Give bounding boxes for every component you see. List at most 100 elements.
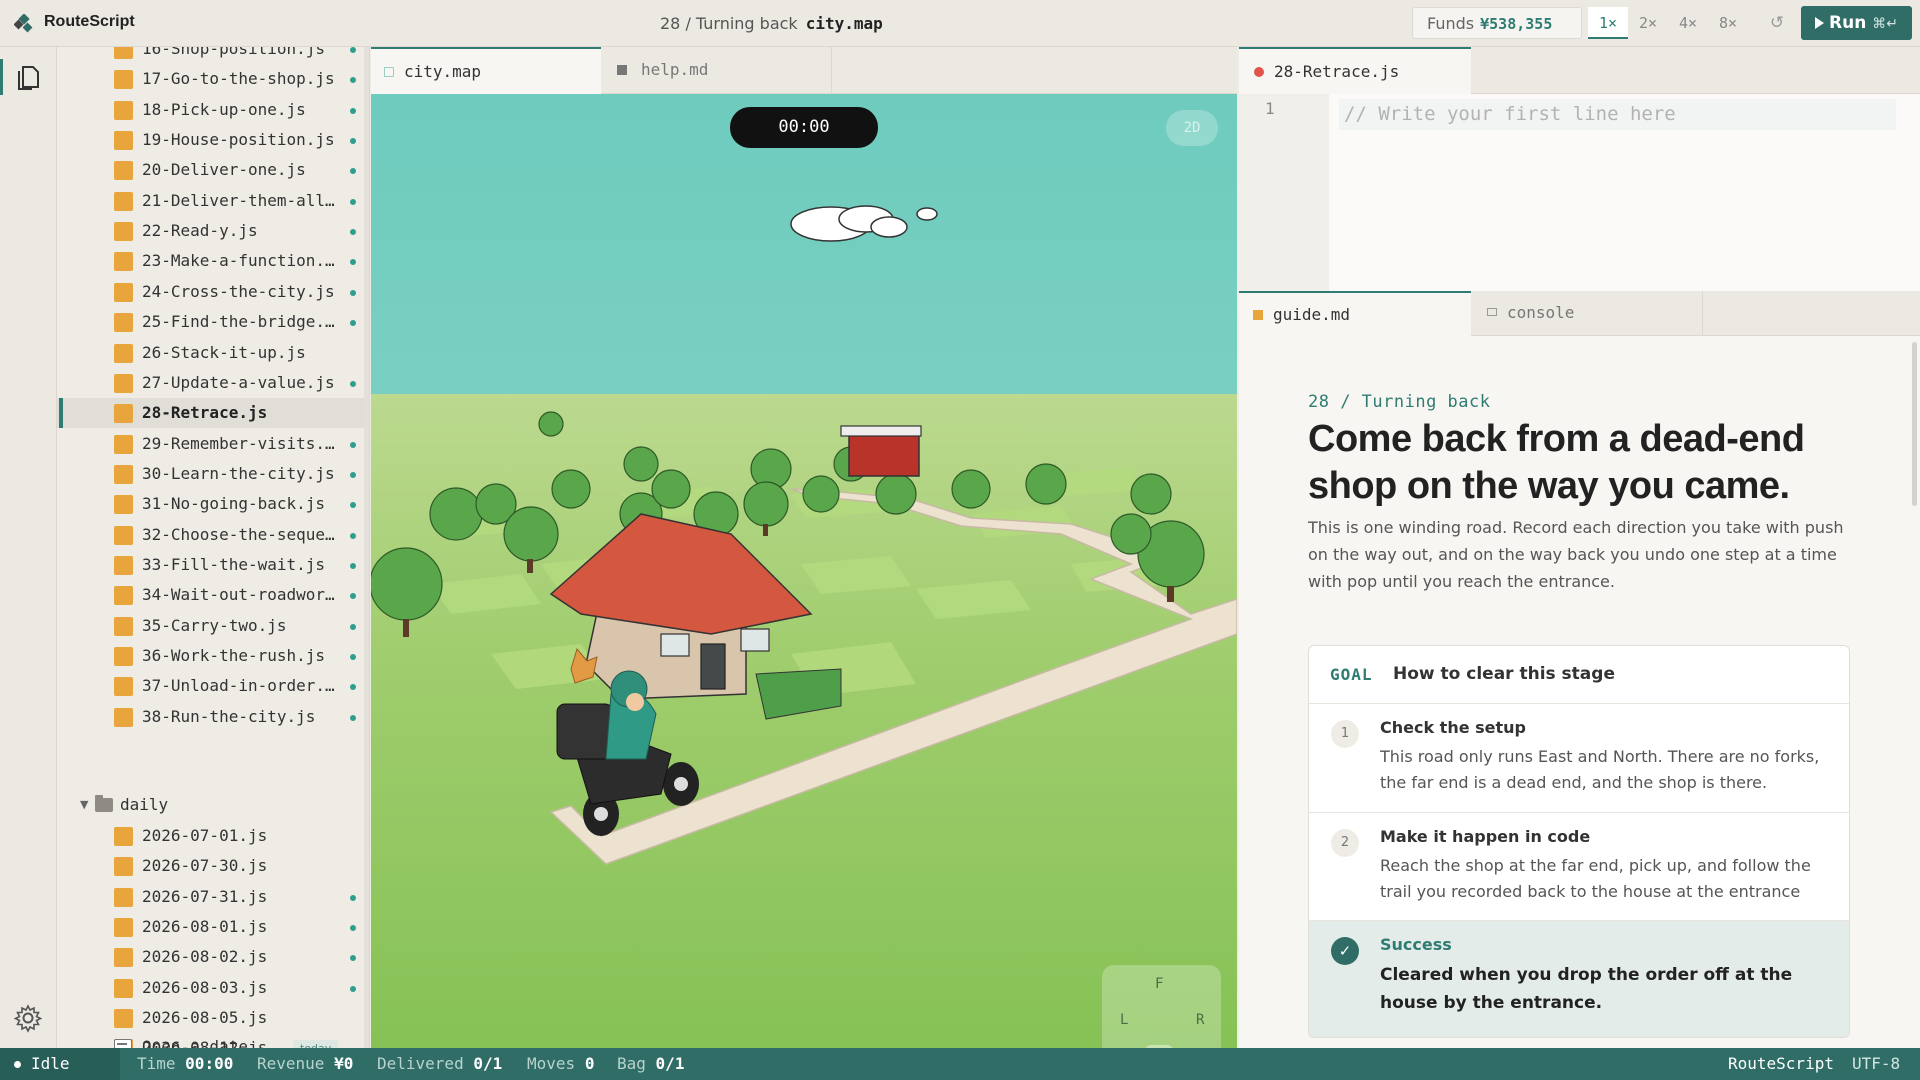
file-label: 38-Run-the-city.js — [142, 706, 316, 726]
open-date-button[interactable]: Open a date… — [57, 1032, 369, 1048]
right-pane: 28-Retrace.js 1 // Write your first line… — [1239, 47, 1920, 1048]
code-line-1[interactable]: // Write your first line here — [1339, 99, 1896, 130]
goal-step: 2 Make it happen in code Reach the shop … — [1309, 813, 1849, 921]
js-file-icon — [114, 616, 133, 636]
file-label: 17-Go-to-the-shop.js — [142, 69, 335, 89]
tab-28-retrace-js[interactable]: 28-Retrace.js — [1239, 47, 1471, 94]
status-revenue: Revenue ¥0 — [257, 1054, 353, 1073]
guide-scrollbar[interactable] — [1912, 342, 1917, 506]
file-item[interactable]: 37-Unload-in-order.js — [57, 671, 369, 701]
js-file-icon — [114, 404, 133, 424]
guide-eyebrow: 28 / Turning back — [1308, 392, 1491, 412]
file-label: 37-Unload-in-order.js — [142, 676, 342, 696]
completed-dot-icon — [350, 107, 356, 114]
line-gutter: 1 — [1239, 94, 1329, 311]
run-button[interactable]: Run ⌘↵ — [1801, 6, 1912, 40]
completed-dot-icon — [350, 955, 356, 962]
tab-label: guide.md — [1273, 305, 1351, 324]
run-state-label: Idle — [31, 1054, 70, 1073]
run-state: Idle — [0, 1048, 120, 1080]
file-item[interactable]: 2026-08-01.js — [57, 912, 369, 942]
file-item[interactable]: 30-Learn-the-city.js — [57, 459, 369, 489]
completed-dot-icon — [350, 925, 356, 932]
file-item[interactable]: 27-Update-a-value.js — [57, 368, 369, 398]
speed-4x-button[interactable]: 4× — [1668, 7, 1708, 39]
file-item[interactable]: 2026-08-05.js — [57, 1003, 369, 1033]
completed-dot-icon — [350, 623, 356, 630]
app-logo-icon — [14, 14, 33, 33]
file-item[interactable]: 36-Work-the-rush.js — [57, 641, 369, 671]
file-item[interactable]: 17-Go-to-the-shop.js — [57, 64, 369, 94]
goal-header: GOAL How to clear this stage — [1309, 646, 1849, 704]
file-item[interactable]: 25-Find-the-bridge.js — [57, 307, 369, 337]
js-file-icon — [114, 677, 133, 697]
file-label: 2026-08-05.js — [142, 1008, 268, 1028]
city-map-view[interactable]: 00:00 2D F L R B — [371, 94, 1237, 1048]
file-item[interactable]: 29-Remember-visits.js — [57, 429, 369, 459]
file-item[interactable]: 33-Fill-the-wait.js — [57, 550, 369, 580]
file-item[interactable]: 26-Stack-it-up.js — [57, 338, 369, 368]
file-item[interactable]: 28-Retrace.js — [57, 398, 369, 429]
checkmark-icon: ✓ — [1331, 937, 1359, 965]
file-item[interactable]: 19-House-position.js — [57, 125, 369, 155]
file-item[interactable]: 32-Choose-the-sequence.js — [57, 520, 369, 550]
file-label: 20-Deliver-one.js — [142, 160, 306, 180]
files-icon[interactable] — [14, 63, 42, 93]
file-label: 26-Stack-it-up.js — [142, 342, 306, 362]
speed-2x-button[interactable]: 2× — [1628, 7, 1668, 39]
tab-console[interactable]: console — [1471, 291, 1703, 336]
gear-icon[interactable] — [13, 1003, 43, 1033]
guide-tab-bar: guide.md console — [1239, 291, 1920, 336]
tab-city-map[interactable]: city.map — [371, 47, 601, 94]
map-tab-bar: city.map help.md — [371, 47, 1237, 94]
completed-dot-icon — [350, 471, 356, 478]
status-encoding[interactable]: UTF-8 — [1852, 1054, 1900, 1073]
file-item[interactable]: 31-No-going-back.js — [57, 489, 369, 519]
js-file-icon — [114, 47, 133, 59]
file-item[interactable]: 2026-08-03.js — [57, 973, 369, 1003]
file-item[interactable]: 34-Wait-out-roadwork.js — [57, 580, 369, 610]
stage-timer: 00:00 — [730, 107, 878, 148]
file-label: 2026-07-31.js — [142, 886, 268, 906]
breadcrumb-stage: 28 / Turning back — [660, 14, 798, 33]
file-label: 2026-08-02.js — [142, 947, 268, 967]
file-item[interactable]: 22-Read-y.js — [57, 216, 369, 246]
run-label: Run — [1829, 13, 1867, 33]
explorer-scrollbar[interactable] — [364, 47, 369, 1048]
file-item[interactable]: 20-Deliver-one.js — [57, 155, 369, 185]
js-file-icon — [114, 1009, 133, 1029]
file-item[interactable]: 35-Carry-two.js — [57, 611, 369, 641]
speed-8x-button[interactable]: 8× — [1708, 7, 1748, 39]
step-title: Check the setup — [1380, 718, 1527, 737]
speed-1x-button[interactable]: 1× — [1588, 7, 1628, 39]
selection-indicator — [59, 398, 63, 429]
file-item[interactable]: 16-Shop-position.js — [57, 47, 369, 64]
folder-daily[interactable]: ▼ daily — [57, 790, 369, 820]
dpad-left-button[interactable]: L — [1120, 1012, 1128, 1028]
view-2d-toggle[interactable]: 2D — [1166, 110, 1218, 146]
js-file-icon — [114, 222, 133, 242]
tab-help-md[interactable]: help.md — [601, 47, 832, 94]
reset-icon[interactable]: ↺ — [1764, 10, 1790, 36]
js-file-icon — [114, 464, 133, 484]
file-label: 19-House-position.js — [142, 130, 335, 150]
completed-dot-icon — [350, 320, 356, 327]
dpad-right-button[interactable]: R — [1196, 1012, 1204, 1028]
js-file-icon — [114, 252, 133, 272]
file-item[interactable]: 21-Deliver-them-all.js — [57, 186, 369, 216]
dpad-forward-button[interactable]: F — [1155, 976, 1163, 992]
file-item[interactable]: 2026-07-30.js — [57, 851, 369, 881]
completed-dot-icon — [350, 684, 356, 691]
tab-label: console — [1507, 303, 1575, 322]
file-item[interactable]: 2026-08-02.js — [57, 942, 369, 972]
file-item[interactable]: 2026-07-01.js — [57, 821, 369, 851]
file-item[interactable]: 24-Cross-the-city.js — [57, 277, 369, 307]
editor-tab-bar: 28-Retrace.js — [1239, 47, 1920, 94]
file-item[interactable]: 2026-07-31.js — [57, 882, 369, 912]
file-item[interactable]: 38-Run-the-city.js — [57, 702, 369, 732]
file-item[interactable]: 23-Make-a-function.js — [57, 246, 369, 276]
file-label: 2026-08-01.js — [142, 917, 268, 937]
file-item[interactable]: 18-Pick-up-one.js — [57, 95, 369, 125]
tab-guide-md[interactable]: guide.md — [1239, 291, 1471, 336]
completed-dot-icon — [350, 198, 356, 205]
